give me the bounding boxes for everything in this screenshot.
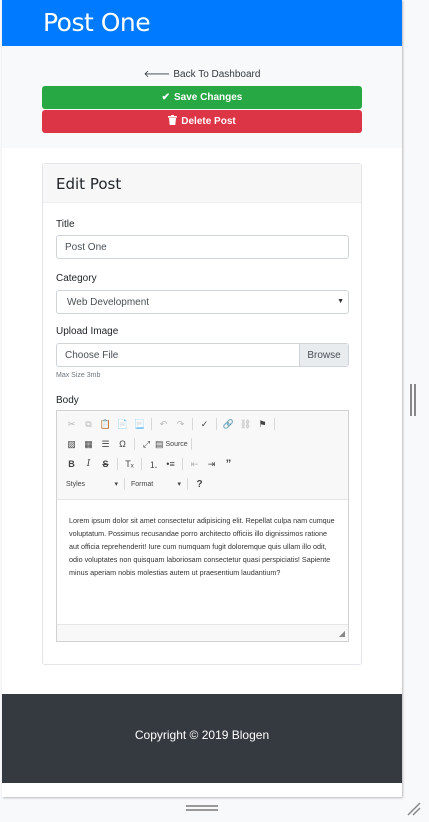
save-changes-button[interactable]: ✔ Save Changes bbox=[42, 86, 362, 109]
editor-statusbar: ◢ bbox=[57, 624, 348, 641]
copyright-text: Copyright © 2019 Blogen bbox=[134, 728, 270, 742]
delete-button-label: Delete Post bbox=[181, 116, 236, 127]
rich-text-editor: ✂ ⧉ 📋 📄 📃 ↶ ↷ ✓ 🔗 ⛓ ⚑ ▨ ▦ ☰ Ω ⤢ ▤ Source… bbox=[56, 410, 349, 642]
page-footer: Copyright © 2019 Blogen bbox=[2, 694, 402, 783]
toolbar-divider bbox=[216, 418, 217, 430]
copy-icon[interactable]: ⧉ bbox=[80, 415, 97, 433]
source-button[interactable]: ▤ Source bbox=[155, 435, 188, 453]
resize-grip-icon[interactable]: ◢ bbox=[339, 629, 345, 638]
remove-format-icon[interactable]: Tₓ bbox=[121, 455, 138, 473]
title-label: Title bbox=[56, 219, 75, 230]
blockquote-icon[interactable]: ” bbox=[220, 455, 237, 473]
actions-bar: 🡐 Back To Dashboard ✔ Save Changes Delete… bbox=[2, 46, 402, 148]
editor-content[interactable]: Lorem ipsum dolor sit amet consectetur a… bbox=[57, 500, 348, 624]
toolbar-divider bbox=[190, 438, 192, 450]
toolbar-divider bbox=[182, 458, 183, 470]
format-label: Format bbox=[131, 480, 154, 488]
toolbar-row-2: ▨ ▦ ☰ Ω ⤢ ▤ Source bbox=[63, 434, 342, 454]
maximize-icon[interactable]: ⤢ bbox=[138, 435, 155, 453]
toolbar-divider bbox=[151, 418, 152, 430]
back-link-label: Back To Dashboard bbox=[173, 69, 261, 80]
card-title: Edit Post bbox=[43, 164, 361, 203]
bulleted-list-icon[interactable]: •≡ bbox=[162, 455, 179, 473]
category-selected-value: Web Development bbox=[67, 297, 150, 308]
anchor-flag-icon[interactable]: ⚑ bbox=[254, 415, 271, 433]
toolbar-row-1: ✂ ⧉ 📋 📄 📃 ↶ ↷ ✓ 🔗 ⛓ ⚑ bbox=[63, 414, 342, 434]
redo-icon[interactable]: ↷ bbox=[172, 415, 189, 433]
toolbar-row-3: B I S Tₓ ⒈ •≡ ⇤ ⇥ ” bbox=[63, 454, 342, 474]
title-input[interactable]: Post One bbox=[56, 235, 349, 259]
horizontal-line-icon[interactable]: ☰ bbox=[97, 435, 114, 453]
toolbar-divider bbox=[124, 478, 125, 490]
strikethrough-icon[interactable]: S bbox=[97, 455, 114, 473]
source-icon: ▤ bbox=[155, 438, 164, 449]
file-input[interactable]: Choose File Browse bbox=[56, 343, 349, 367]
edit-post-card: Edit Post Title Post One Category Web De… bbox=[42, 163, 362, 665]
upload-image-label: Upload Image bbox=[56, 326, 119, 337]
italic-icon[interactable]: I bbox=[80, 455, 97, 473]
format-dropdown[interactable]: Format ▾ bbox=[128, 476, 184, 492]
styles-label: Styles bbox=[66, 480, 86, 488]
numbered-list-icon[interactable]: ⒈ bbox=[145, 455, 162, 473]
trash-icon bbox=[168, 115, 178, 128]
max-size-hint: Max Size 3mb bbox=[56, 372, 101, 379]
page-title: Post One bbox=[43, 8, 151, 37]
chevron-down-icon: ▼ bbox=[337, 298, 344, 305]
bottom-resize-handle[interactable] bbox=[186, 805, 218, 811]
arrow-left-icon: 🡐 bbox=[143, 69, 171, 80]
styles-dropdown[interactable]: Styles ▾ bbox=[63, 476, 121, 492]
special-char-icon[interactable]: Ω bbox=[114, 435, 131, 453]
corner-resize-grip-icon[interactable] bbox=[405, 800, 421, 816]
back-to-dashboard-link[interactable]: 🡐 Back To Dashboard bbox=[2, 68, 402, 80]
cut-icon[interactable]: ✂ bbox=[63, 415, 80, 433]
category-select[interactable]: Web Development ▼ bbox=[56, 290, 349, 314]
chevron-down-icon: ▾ bbox=[114, 481, 118, 488]
toolbar-divider bbox=[274, 418, 275, 430]
spellcheck-icon[interactable]: ✓ bbox=[196, 415, 213, 433]
increase-indent-icon[interactable]: ⇥ bbox=[203, 455, 220, 473]
category-label: Category bbox=[56, 273, 97, 284]
bold-icon[interactable]: B bbox=[63, 455, 80, 473]
paste-text-icon[interactable]: 📄 bbox=[114, 415, 131, 433]
editor-toolbar: ✂ ⧉ 📋 📄 📃 ↶ ↷ ✓ 🔗 ⛓ ⚑ ▨ ▦ ☰ Ω ⤢ ▤ Source… bbox=[57, 411, 348, 500]
chevron-down-icon: ▾ bbox=[177, 481, 181, 488]
undo-icon[interactable]: ↶ bbox=[155, 415, 172, 433]
browse-button[interactable]: Browse bbox=[299, 344, 348, 366]
paste-icon[interactable]: 📋 bbox=[97, 415, 114, 433]
table-icon[interactable]: ▦ bbox=[80, 435, 97, 453]
decrease-indent-icon[interactable]: ⇤ bbox=[186, 455, 203, 473]
toolbar-divider bbox=[117, 458, 118, 470]
help-button[interactable]: ? bbox=[191, 475, 208, 493]
check-icon: ✔ bbox=[161, 92, 170, 103]
source-label: Source bbox=[165, 440, 188, 448]
file-input-placeholder: Choose File bbox=[65, 350, 119, 361]
paste-word-icon[interactable]: 📃 bbox=[131, 415, 148, 433]
page: Post One 🡐 Back To Dashboard ✔ Save Chang… bbox=[2, 0, 402, 797]
body-label: Body bbox=[56, 395, 79, 406]
toolbar-divider bbox=[141, 458, 142, 470]
page-header: Post One bbox=[2, 0, 402, 46]
unlink-icon[interactable]: ⛓ bbox=[237, 415, 254, 433]
browser-viewport: Post One 🡐 Back To Dashboard ✔ Save Chang… bbox=[0, 0, 429, 822]
side-resize-handle[interactable] bbox=[410, 384, 416, 416]
image-icon[interactable]: ▨ bbox=[63, 435, 80, 453]
toolbar-divider bbox=[192, 418, 193, 430]
toolbar-divider bbox=[187, 478, 188, 490]
toolbar-row-4: Styles ▾ Format ▾ ? bbox=[63, 474, 342, 494]
save-button-label: Save Changes bbox=[174, 92, 243, 103]
toolbar-divider bbox=[134, 438, 135, 450]
link-icon[interactable]: 🔗 bbox=[220, 415, 237, 433]
delete-post-button[interactable]: Delete Post bbox=[42, 110, 362, 133]
